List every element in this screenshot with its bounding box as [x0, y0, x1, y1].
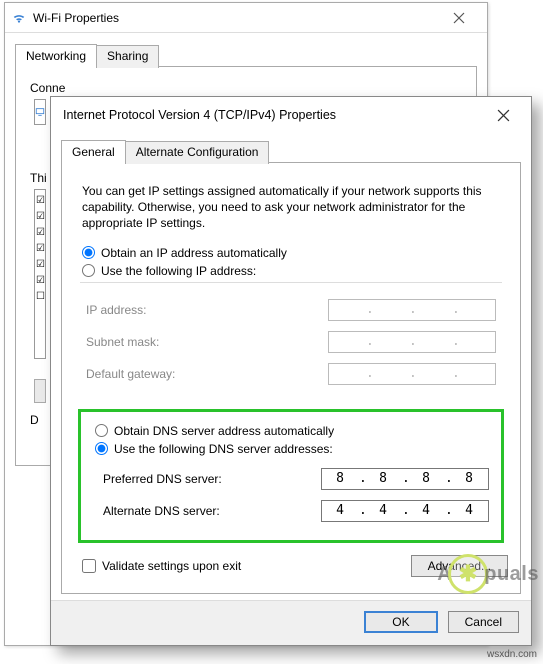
radio-ip-auto-label: Obtain an IP address automatically [101, 246, 287, 260]
tab-sharing[interactable]: Sharing [96, 45, 159, 68]
watermark-right: puals [484, 563, 539, 586]
ipv4-description: You can get IP settings assigned automat… [82, 183, 500, 232]
ipv4-footer: OK Cancel [51, 600, 531, 645]
watermark-url: wsxdn.com [487, 649, 537, 660]
validate-checkbox[interactable]: Validate settings upon exit [80, 559, 241, 573]
wifi-title: Wi-Fi Properties [33, 11, 437, 25]
adapter-dropdown-partial [34, 99, 46, 125]
ipv4-close-button[interactable] [481, 101, 525, 129]
close-icon [453, 12, 465, 24]
radio-dns-auto[interactable]: Obtain DNS server address automatically [93, 424, 489, 438]
close-icon [497, 109, 510, 122]
validate-checkbox-label: Validate settings upon exit [102, 559, 241, 573]
radio-dns-auto-input[interactable] [95, 424, 108, 437]
preferred-dns-label: Preferred DNS server: [103, 472, 222, 486]
default-gateway-input: ... [328, 363, 496, 385]
validate-checkbox-input[interactable] [82, 559, 96, 573]
ipv4-title: Internet Protocol Version 4 (TCP/IPv4) P… [63, 108, 481, 122]
row-preferred-dns: Preferred DNS server: 8. 8. 8. 8 [103, 468, 489, 490]
ip-address-input: ... [328, 299, 496, 321]
ip-fields-group: IP address: ... Subnet mask: ... Default… [80, 282, 502, 401]
ipv4-tabpanel: You can get IP settings assigned automat… [61, 162, 521, 594]
install-button-partial [34, 379, 46, 403]
radio-dns-manual-input[interactable] [95, 442, 108, 455]
radio-ip-auto-input[interactable] [82, 246, 95, 259]
preferred-dns-input[interactable]: 8. 8. 8. 8 [321, 468, 489, 490]
items-list-partial: ☑ ☑ ☑ ☑ ☑ ☑ ☐ [34, 189, 46, 359]
connect-using-label-partial: Conne [30, 81, 462, 95]
row-alternate-dns: Alternate DNS server: 4. 4. 4. 4 [103, 500, 489, 522]
tab-general[interactable]: General [61, 140, 126, 163]
alternate-dns-input[interactable]: 4. 4. 4. 4 [321, 500, 489, 522]
cancel-button[interactable]: Cancel [448, 611, 519, 633]
watermark: A ✱ puals [437, 554, 539, 594]
wifi-icon [11, 10, 27, 26]
ipv4-body: General Alternate Configuration You can … [51, 139, 531, 604]
row-default-gateway: Default gateway: ... [86, 363, 496, 385]
dns-highlight-box: Obtain DNS server address automatically … [78, 409, 504, 543]
ipv4-titlebar: Internet Protocol Version 4 (TCP/IPv4) P… [51, 97, 531, 133]
radio-ip-manual[interactable]: Use the following IP address: [80, 264, 502, 278]
tab-alternate-configuration[interactable]: Alternate Configuration [125, 141, 270, 164]
subnet-mask-input: ... [328, 331, 496, 353]
radio-ip-manual-label: Use the following IP address: [101, 264, 256, 278]
radio-dns-manual[interactable]: Use the following DNS server addresses: [93, 442, 489, 456]
radio-ip-manual-input[interactable] [82, 264, 95, 277]
radio-dns-manual-label: Use the following DNS server addresses: [114, 442, 333, 456]
wifi-tabstrip: Networking Sharing [15, 43, 477, 66]
default-gateway-label: Default gateway: [86, 367, 175, 381]
row-subnet-mask: Subnet mask: ... [86, 331, 496, 353]
ipv4-tabstrip: General Alternate Configuration [61, 139, 521, 162]
ok-button[interactable]: OK [364, 611, 437, 633]
monitor-icon [35, 106, 45, 118]
tab-networking[interactable]: Networking [15, 44, 97, 67]
ip-address-label: IP address: [86, 303, 146, 317]
wifi-titlebar: Wi-Fi Properties [5, 3, 487, 33]
radio-dns-auto-label: Obtain DNS server address automatically [114, 424, 334, 438]
row-ip-address: IP address: ... [86, 299, 496, 321]
alternate-dns-label: Alternate DNS server: [103, 504, 220, 518]
radio-ip-auto[interactable]: Obtain an IP address automatically [80, 246, 502, 260]
watermark-logo-icon: ✱ [448, 554, 488, 594]
wifi-close-button[interactable] [437, 4, 481, 32]
subnet-mask-label: Subnet mask: [86, 335, 159, 349]
